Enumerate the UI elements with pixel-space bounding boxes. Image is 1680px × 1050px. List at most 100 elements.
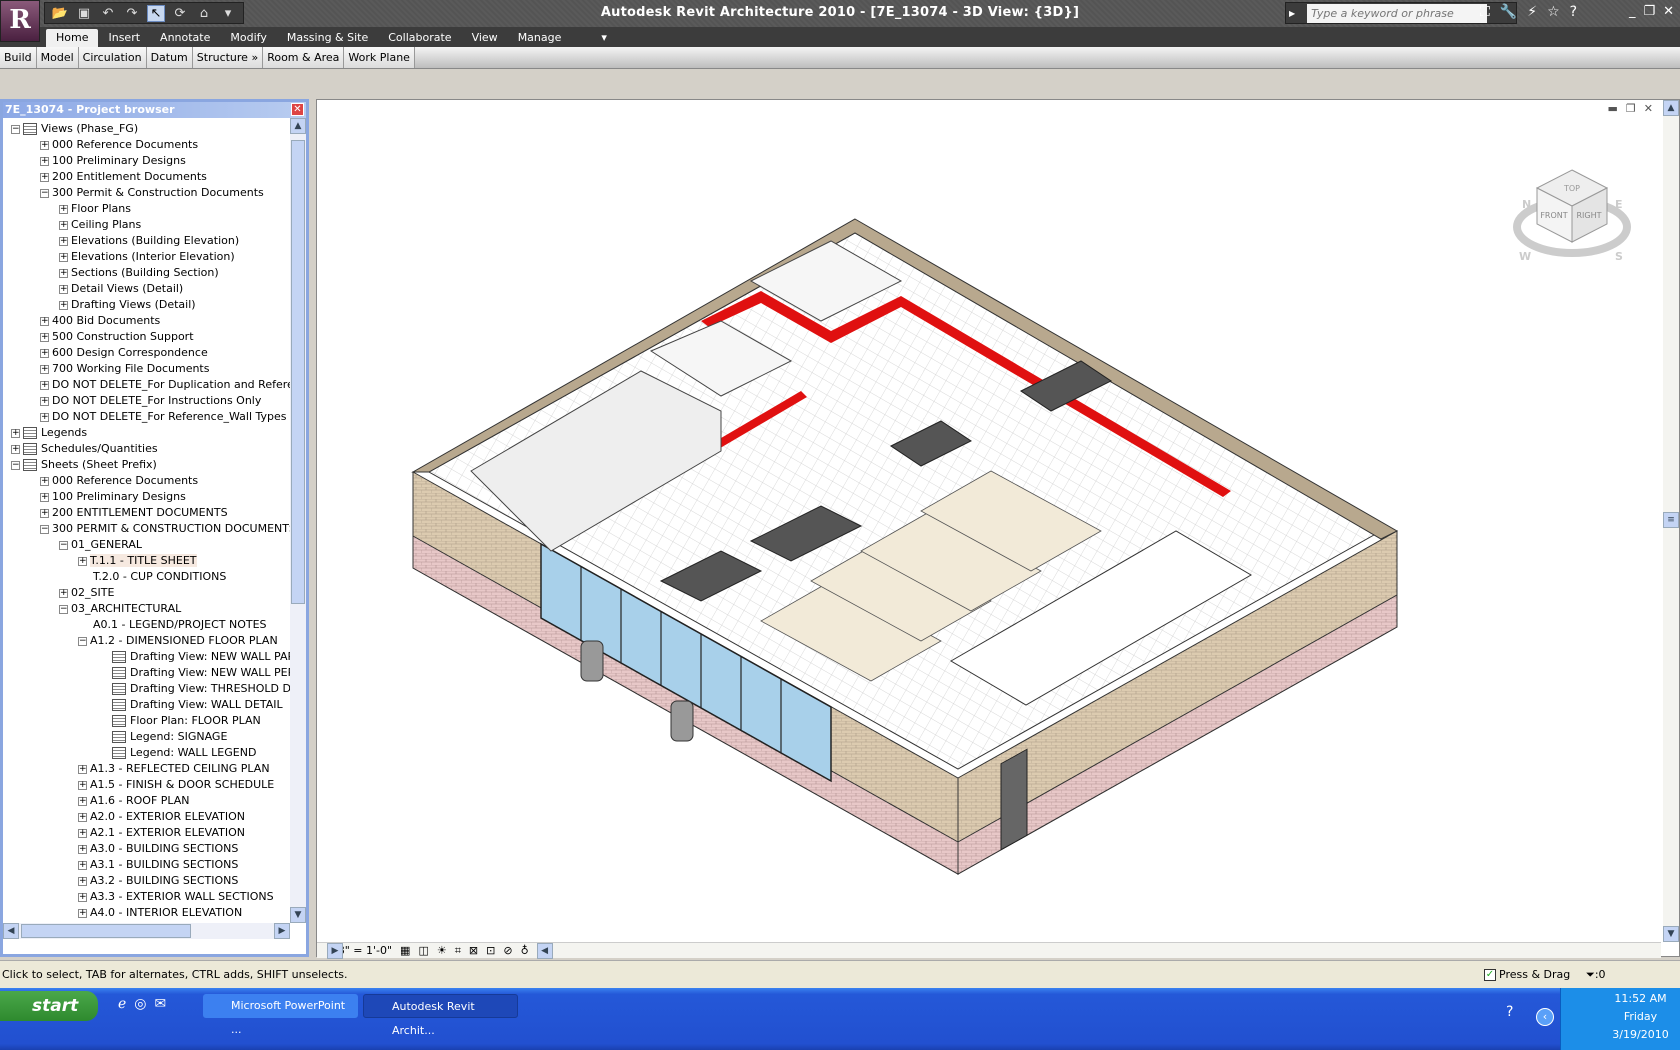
expand-icon[interactable]: + (78, 828, 87, 838)
quicktime-icon[interactable]: ◎ (134, 996, 146, 1012)
lock-icon[interactable]: ♁ (521, 944, 529, 957)
tree-item[interactable]: + Legends (11, 425, 87, 441)
expand-arrow-icon[interactable]: ▶ (1289, 9, 1295, 18)
scroll-down-button[interactable]: ▼ (1663, 926, 1679, 942)
tree-item[interactable]: −300 Permit & Construction Documents (40, 185, 264, 201)
scroll-down-button[interactable]: ▼ (290, 907, 306, 923)
expand-icon[interactable]: + (40, 508, 49, 518)
expand-icon[interactable]: + (78, 892, 87, 902)
tab-manage[interactable]: Manage (508, 29, 572, 47)
collapse-icon[interactable]: − (59, 540, 68, 550)
search-input[interactable] (1307, 3, 1488, 23)
expand-icon[interactable]: + (78, 908, 87, 918)
tree-item[interactable]: − A1.2 - DIMENSIONED FLOOR PLAN (78, 633, 278, 649)
expand-icon[interactable]: + (78, 844, 87, 854)
viewcube-front[interactable]: FRONT (1540, 211, 1567, 220)
expand-icon[interactable]: + (40, 476, 49, 486)
task-powerpoint[interactable]: Microsoft PowerPoint ... (203, 994, 358, 1036)
expand-icon[interactable]: + (40, 316, 49, 326)
undo-icon[interactable]: ↶ (99, 6, 117, 21)
scroll-thumb[interactable]: ≡ (1663, 512, 1679, 528)
star-icon[interactable]: ☆ (1547, 4, 1560, 20)
press-drag-checkbox[interactable]: ✓ (1484, 969, 1496, 981)
collapse-icon[interactable]: − (40, 524, 49, 534)
view-vertical-scrollbar[interactable]: ▲ ≡ ▼ (1663, 100, 1679, 942)
3d-view-viewport[interactable]: ▬ ❐ ✕ ▲ ≡ ▼ TOP FRONT RIGHT N E S W 3/8"… (316, 99, 1680, 959)
compass-south[interactable]: S (1615, 250, 1623, 263)
tree-item[interactable]: + T.1.1 - TITLE SHEET (78, 553, 197, 569)
tree-item[interactable]: +100 Preliminary Designs (40, 489, 186, 505)
scroll-left-button[interactable]: ◀ (536, 942, 553, 959)
expand-icon[interactable]: + (59, 220, 68, 230)
close-button[interactable]: ✕ (1663, 4, 1674, 19)
tree-item[interactable]: Drafting View: THRESHOLD DET (97, 681, 290, 697)
expand-icon[interactable]: + (40, 364, 49, 374)
panel-datum[interactable]: Datum (146, 47, 193, 68)
expand-icon[interactable]: + (78, 812, 87, 822)
expand-icon[interactable]: + (40, 348, 49, 358)
scroll-thumb[interactable] (21, 924, 191, 938)
panel-structure-[interactable]: Structure » (192, 47, 264, 68)
crop-icon[interactable]: ⌗ (455, 944, 461, 958)
expand-icon[interactable]: + (78, 764, 87, 774)
building-model[interactable] (317, 100, 1661, 942)
panel-work-plane[interactable]: Work Plane (344, 47, 415, 68)
crop-region-icon[interactable]: ⊠ (469, 944, 478, 957)
tree-item[interactable]: + Elevations (Interior Elevation) (59, 249, 235, 265)
application-menu-button[interactable]: R (0, 0, 40, 42)
scroll-right-button[interactable]: ▶ (274, 923, 290, 939)
tree-item[interactable]: + A3.0 - BUILDING SECTIONS (78, 841, 238, 857)
expand-icon[interactable]: + (40, 412, 49, 422)
visual-style-icon[interactable]: ◫ (418, 944, 428, 957)
filter-icon[interactable]: ⏷ (1586, 968, 1595, 981)
viewcube-right[interactable]: RIGHT (1576, 211, 1601, 220)
expand-icon[interactable]: + (59, 588, 68, 598)
tree-item[interactable]: + Drafting Views (Detail) (59, 297, 196, 313)
tree-item[interactable]: + Floor Plans (59, 201, 131, 217)
tree-item[interactable]: +200 Entitlement Documents (40, 169, 207, 185)
select-icon[interactable]: ↖ (147, 4, 165, 22)
collapse-icon[interactable]: − (40, 188, 49, 198)
scroll-up-button[interactable]: ▲ (1663, 100, 1679, 116)
show-hidden-icons-button[interactable]: ‹ (1536, 1008, 1554, 1026)
tree-item[interactable]: A0.1 - LEGEND/PROJECT NOTES (78, 617, 267, 633)
tab-annotate[interactable]: Annotate (150, 29, 220, 47)
tree-item[interactable]: Floor Plan: FLOOR PLAN (97, 713, 261, 729)
tab-home[interactable]: Home (46, 29, 99, 47)
expand-icon[interactable]: + (59, 268, 68, 278)
tab-massing-site[interactable]: Massing & Site (277, 29, 378, 47)
help-tray-icon[interactable]: ? (1506, 1004, 1513, 1020)
tree-item[interactable]: +400 Bid Documents (40, 313, 160, 329)
tree-item[interactable]: + Sections (Building Section) (59, 265, 219, 281)
tree-item[interactable]: + Detail Views (Detail) (59, 281, 183, 297)
tree-item[interactable]: + A2.1 - EXTERIOR ELEVATION (78, 825, 245, 841)
tree-item[interactable]: Legend: WALL LEGEND (97, 745, 256, 761)
tree-item[interactable]: + A3.1 - BUILDING SECTIONS (78, 857, 238, 873)
horizontal-scrollbar[interactable]: ◀ ▶ (3, 923, 290, 939)
collapse-icon[interactable]: − (78, 636, 87, 646)
help-icon[interactable]: ? (1570, 4, 1577, 20)
tree-item[interactable]: + A1.5 - FINISH & DOOR SCHEDULE (78, 777, 274, 793)
tree-item[interactable]: + DO NOT DELETE_For Instructions Only (40, 393, 261, 409)
expand-icon[interactable]: + (59, 252, 68, 262)
expand-icon[interactable]: + (59, 204, 68, 214)
tree-item[interactable]: +600 Design Correspondence (40, 345, 208, 361)
tree-item[interactable]: −300 PERMIT & CONSTRUCTION DOCUMENTS (40, 521, 290, 537)
start-button[interactable]: start (0, 991, 98, 1021)
tree-item[interactable]: +200 ENTITLEMENT DOCUMENTS (40, 505, 228, 521)
tree-item[interactable]: + DO NOT DELETE_For Duplication and Refer… (40, 377, 290, 393)
tab-insert[interactable]: Insert (98, 29, 150, 47)
tree-item[interactable]: + A4.0 - INTERIOR ELEVATION (78, 905, 242, 921)
tree-item[interactable]: − Sheets (Sheet Prefix) (11, 457, 157, 473)
close-icon[interactable]: ✕ (291, 103, 304, 116)
tree-item[interactable]: +02_SITE (59, 585, 114, 601)
tree-item[interactable]: + A2.0 - EXTERIOR ELEVATION (78, 809, 245, 825)
tree-item[interactable]: −03_ARCHITECTURAL (59, 601, 181, 617)
sync-icon[interactable]: ⟳ (171, 6, 189, 21)
tree-item[interactable]: +100 Preliminary Designs (40, 153, 186, 169)
panel-circulation[interactable]: Circulation (78, 47, 147, 68)
expand-icon[interactable]: + (40, 156, 49, 166)
tree-item[interactable]: Drafting View: NEW WALL PERP (97, 665, 290, 681)
tab-collaborate[interactable]: Collaborate (378, 29, 461, 47)
expand-icon[interactable]: + (40, 380, 49, 390)
